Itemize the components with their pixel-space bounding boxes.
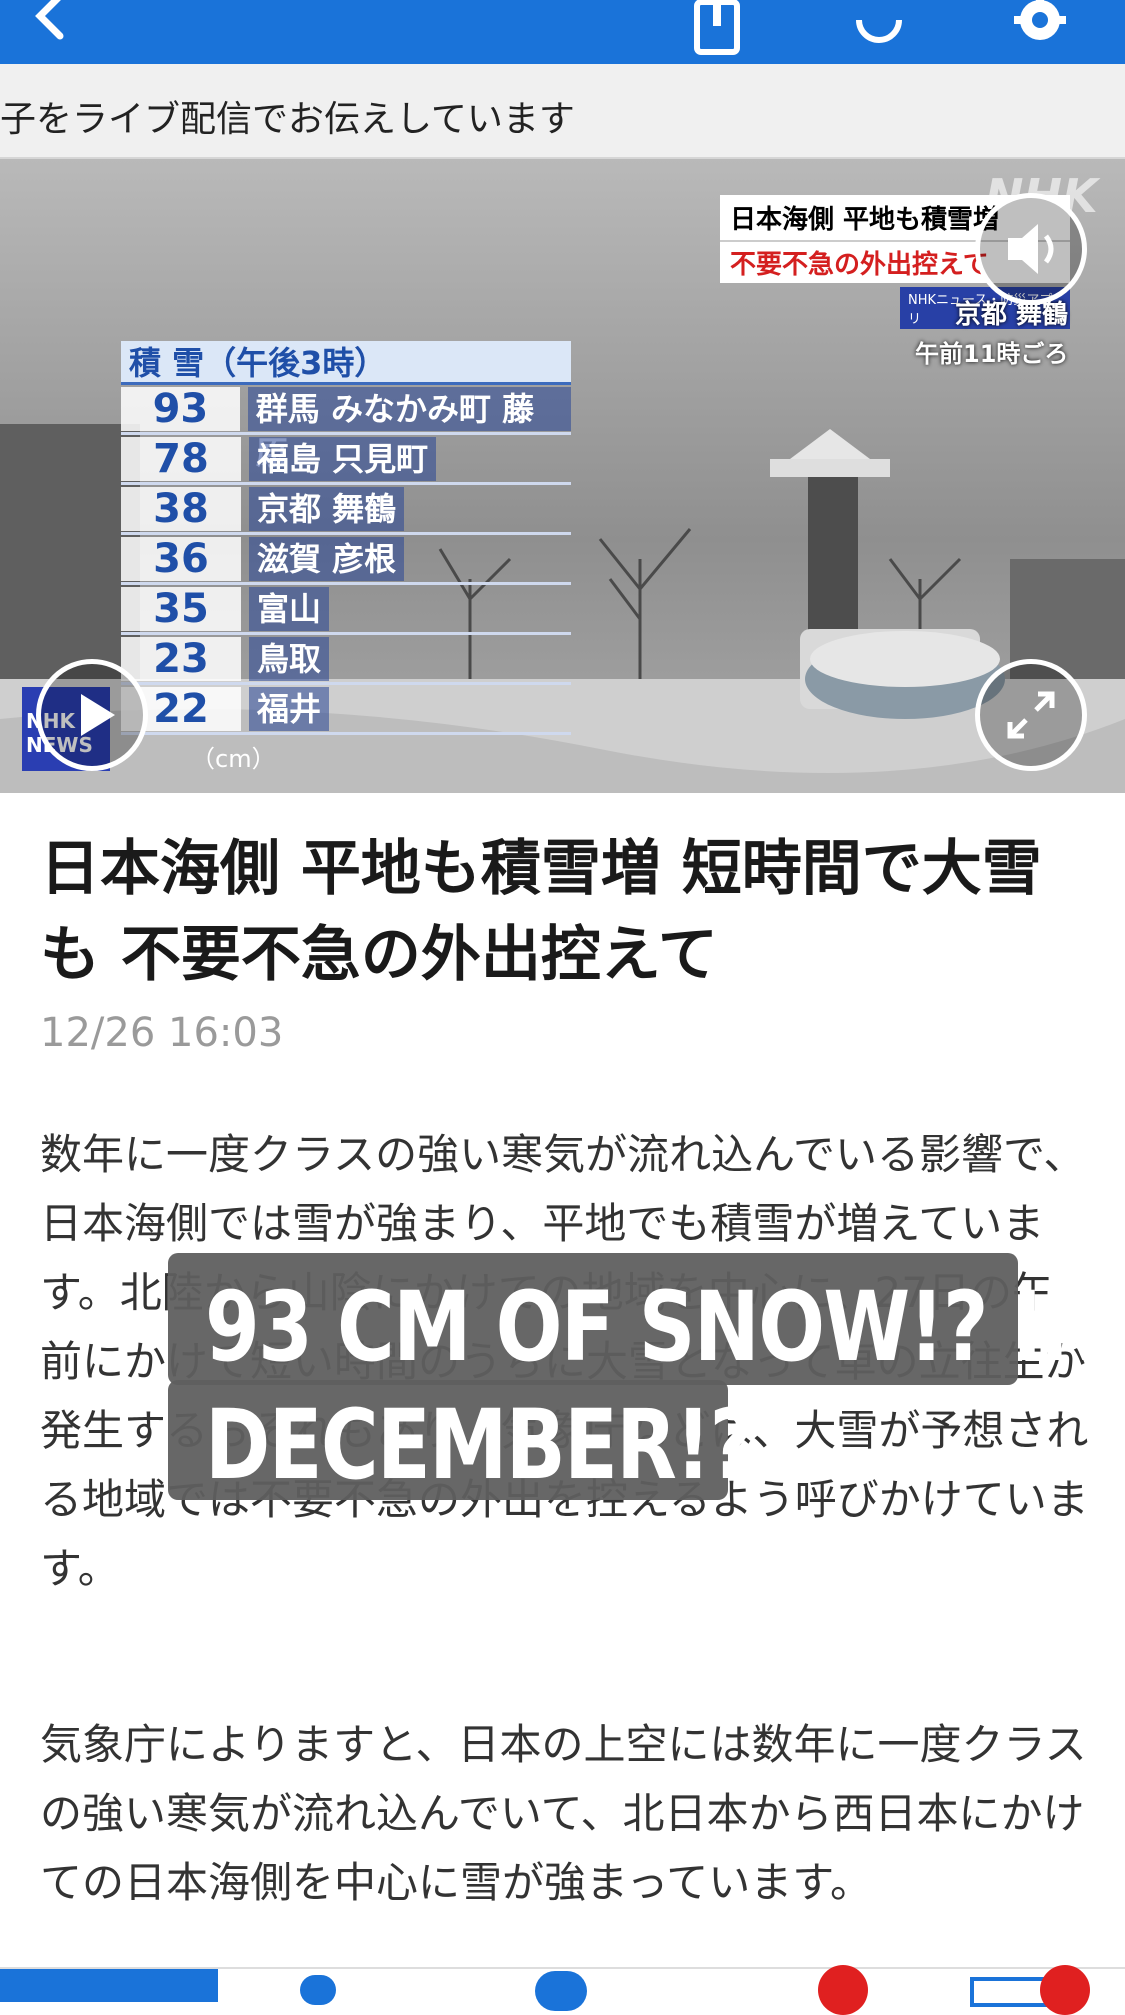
table-row: 23 鳥取 [121,635,571,685]
snow-table-header: 積 雪（午後3時） [121,341,571,385]
snow-value: 93 [121,386,240,431]
snow-place: 富山 [249,586,330,631]
mute-button[interactable] [975,193,1087,305]
tab-mail[interactable] [970,1977,1050,2007]
play-button[interactable] [36,659,148,771]
snow-unit: （cm） [191,745,276,773]
bottom-tab-bar [0,1965,1125,2015]
table-row: 78 福島 只見町 [121,435,571,485]
fullscreen-button[interactable] [975,659,1087,771]
snow-place: 福島 只見町 [249,436,437,481]
article-date: 12/26 16:03 [40,1010,284,1056]
notification-badge [818,1965,868,2015]
snow-value: 36 [121,536,241,581]
tab-world[interactable] [535,1971,587,2011]
notification-badge [1040,1965,1090,2015]
tab-weather[interactable] [300,1975,336,2005]
overlay-line-2: DECEMBER!? [205,1389,755,1501]
tab-alerts[interactable] [760,1975,820,2005]
snow-place: 京都 舞鶴 [249,486,405,531]
refresh-icon[interactable] [843,0,913,60]
snow-place: 群馬 みなかみ町 藤原 [247,386,571,472]
article-paragraph-2: 気象庁によりますと、日本の上空には数年に一度クラスの強い寒気が流れ込んでいて、北… [40,1720,1087,1907]
table-row: 35 富山 [121,585,571,635]
snow-place: 滋賀 彦根 [249,536,405,581]
article-title: 日本海側 平地も積雪増 短時間で大雪も 不要不急の外出控えて [40,834,1042,990]
ticker-text: 子をライブ配信でお伝えしています [0,99,575,140]
live-ticker[interactable]: 子をライブ配信でお伝えしています [0,64,1125,159]
snow-place: 鳥取 [249,636,330,681]
app-header [0,0,1125,64]
time-label: 午前11時ごろ [915,340,1069,368]
speaker-icon [1008,224,1054,274]
snow-value: 35 [121,586,241,631]
video-player[interactable]: NHK 日本海側 平地も積雪増 不要不急の外出控えて NHKニュース・防災アプリ… [0,159,1125,793]
tab-news[interactable] [0,1969,218,2002]
table-row: 93 群馬 みなかみ町 藤原 [121,385,571,472]
fullscreen-icon [1007,691,1055,739]
gear-icon[interactable] [1005,0,1075,60]
snow-place: 福井 [249,686,330,731]
table-row: 22 福井 [121,685,571,735]
table-row: 38 京都 舞鶴 [121,485,571,535]
snow-depth-table: 積 雪（午後3時） 93 群馬 みなかみ町 藤原 78 福島 只見町 38 京都… [121,341,571,774]
table-row: 36 滋賀 彦根 [121,535,571,585]
snow-value: 78 [121,436,241,481]
share-icon[interactable] [683,0,753,60]
play-icon [81,694,115,736]
back-icon[interactable] [18,0,88,60]
snow-value: 38 [121,486,241,531]
overlay-caption: 93 CM OF SNOW!? IN DECEMBER!? [205,1268,1106,1504]
overlay-line-1: 93 CM OF SNOW!? IN [205,1271,1106,1383]
